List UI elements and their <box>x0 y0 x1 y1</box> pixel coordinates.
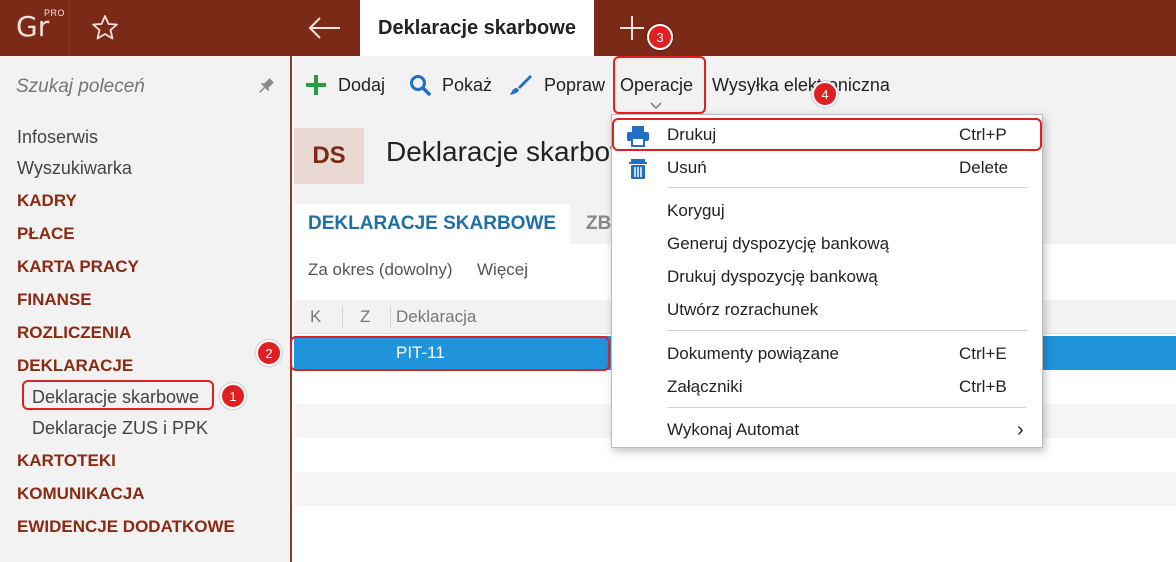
menu-separator <box>667 187 1027 188</box>
sidebar-item-deklaracje-zus-ppk[interactable]: Deklaracje ZUS i PPK <box>0 413 290 444</box>
top-bar: Gr PRO Deklaracje skarbowe <box>0 0 1176 56</box>
command-search-input[interactable] <box>16 74 246 100</box>
electronic-shipping-label: Wysyłka elektroniczna <box>712 74 890 95</box>
table-row-empty <box>294 472 1176 506</box>
menu-item-correct-label: Koryguj <box>667 201 725 220</box>
menu-item-create-settlement[interactable]: Utwórz rozrachunek <box>612 294 1042 326</box>
menu-item-attachments-shortcut: Ctrl+B <box>959 377 1007 396</box>
sidebar-item-kadry[interactable]: KADRY <box>0 184 290 217</box>
sidebar-nav: Infoserwis Wyszukiwarka KADRY PŁACE KART… <box>0 122 290 543</box>
menu-item-generate-bank-order-label: Generuj dyspozycję bankową <box>667 234 890 253</box>
step-badge-1: 1 <box>220 383 246 409</box>
brush-icon <box>510 75 532 95</box>
menu-item-generate-bank-order[interactable]: Generuj dyspozycję bankową <box>612 228 1042 260</box>
highlight-row-selection <box>290 336 610 371</box>
menu-item-related-documents[interactable]: Dokumenty powiązane Ctrl+E <box>612 338 1042 370</box>
sidebar-item-deklaracje[interactable]: DEKLARACJE <box>0 349 290 382</box>
new-tab-plus-icon[interactable] <box>612 10 652 46</box>
step-badge-4: 4 <box>812 81 838 107</box>
menu-separator <box>667 407 1027 408</box>
menu-item-related-documents-shortcut: Ctrl+E <box>959 344 1007 363</box>
app-logo[interactable]: Gr PRO <box>0 0 70 56</box>
menu-item-delete[interactable]: Usuń Delete <box>612 152 1042 184</box>
highlight-sidebar-selection <box>22 380 214 410</box>
plus-icon <box>306 75 326 95</box>
period-filter[interactable]: Za okres (dowolny) <box>308 260 453 280</box>
menu-item-correct[interactable]: Koryguj <box>612 195 1042 227</box>
table-row-empty <box>294 506 1176 540</box>
menu-item-create-settlement-label: Utwórz rozrachunek <box>667 300 819 319</box>
edit-button-label: Popraw <box>544 74 606 95</box>
menu-item-delete-label: Usuń <box>667 158 707 177</box>
column-separator <box>390 306 391 328</box>
show-button[interactable]: Pokaż <box>408 70 492 100</box>
back-arrow-icon[interactable] <box>300 10 350 46</box>
menu-item-attachments[interactable]: Załączniki Ctrl+B <box>612 371 1042 403</box>
tab-deklaracje-skarbowe-list[interactable]: DEKLARACJE SKARBOWE <box>294 204 570 244</box>
menu-item-print-bank-order[interactable]: Drukuj dyspozycję bankową <box>612 261 1042 293</box>
search-icon <box>410 75 431 96</box>
highlight-operations-button <box>613 56 706 114</box>
pin-icon[interactable] <box>256 76 276 96</box>
sidebar-item-karta-pracy[interactable]: KARTA PRACY <box>0 250 290 283</box>
submenu-chevron-right-icon: › <box>1017 418 1024 441</box>
menu-item-run-automat[interactable]: Wykonaj Automat › <box>612 414 1042 446</box>
page-title: Deklaracje skarbowe <box>386 136 646 167</box>
toolbar: Dodaj Pokaż Popraw Operacje Wysyłka elek… <box>294 56 1176 114</box>
highlight-print-menu-item <box>612 118 1042 151</box>
add-button[interactable]: Dodaj <box>304 70 385 100</box>
edit-button[interactable]: Popraw <box>508 70 605 100</box>
sidebar-item-wyszukiwarka[interactable]: Wyszukiwarka <box>0 153 290 184</box>
sidebar-item-komunikacja[interactable]: KOMUNIKACJA <box>0 477 290 510</box>
sidebar-item-finanse[interactable]: FINANSE <box>0 283 290 316</box>
column-separator <box>342 306 343 328</box>
sidebar-item-place[interactable]: PŁACE <box>0 217 290 250</box>
module-badge: DS <box>294 128 364 184</box>
step-badge-3: 3 <box>647 24 673 50</box>
sidebar-item-rozliczenia[interactable]: ROZLICZENIA <box>0 316 290 349</box>
menu-separator <box>667 330 1027 331</box>
sidebar-item-kartoteki[interactable]: KARTOTEKI <box>0 444 290 477</box>
menu-item-run-automat-label: Wykonaj Automat <box>667 420 800 439</box>
menu-item-attachments-label: Załączniki <box>667 377 743 396</box>
command-search <box>0 56 290 116</box>
menu-item-print-bank-order-label: Drukuj dyspozycję bankową <box>667 267 878 286</box>
sidebar-item-infoserwis[interactable]: Infoserwis <box>0 122 290 153</box>
tab-zbiorcze[interactable]: ZBIORCZE <box>574 204 614 244</box>
logo-edition: PRO <box>44 8 66 18</box>
show-button-label: Pokaż <box>442 74 493 95</box>
favorites-star-icon[interactable] <box>78 10 134 46</box>
column-z[interactable]: Z <box>360 300 370 334</box>
electronic-shipping-button[interactable]: Wysyłka elektroniczna <box>712 70 890 100</box>
sidebar-item-ewidencje-dodatkowe[interactable]: EWIDENCJE DODATKOWE <box>0 510 290 543</box>
column-k[interactable]: K <box>310 300 321 334</box>
more-filters-link[interactable]: Więcej <box>477 260 528 280</box>
menu-item-related-documents-label: Dokumenty powiązane <box>667 344 839 363</box>
tab-deklaracje-skarbowe[interactable]: Deklaracje skarbowe <box>360 0 594 56</box>
operations-dropdown-menu: Drukuj Ctrl+P Usuń Delete Koryguj Generu… <box>611 114 1043 448</box>
column-deklaracja[interactable]: Deklaracja <box>396 300 476 334</box>
sidebar: Infoserwis Wyszukiwarka KADRY PŁACE KART… <box>0 56 292 562</box>
menu-item-delete-shortcut: Delete <box>959 158 1009 177</box>
step-badge-2: 2 <box>256 340 282 366</box>
add-button-label: Dodaj <box>338 74 386 95</box>
trash-icon <box>629 159 647 179</box>
